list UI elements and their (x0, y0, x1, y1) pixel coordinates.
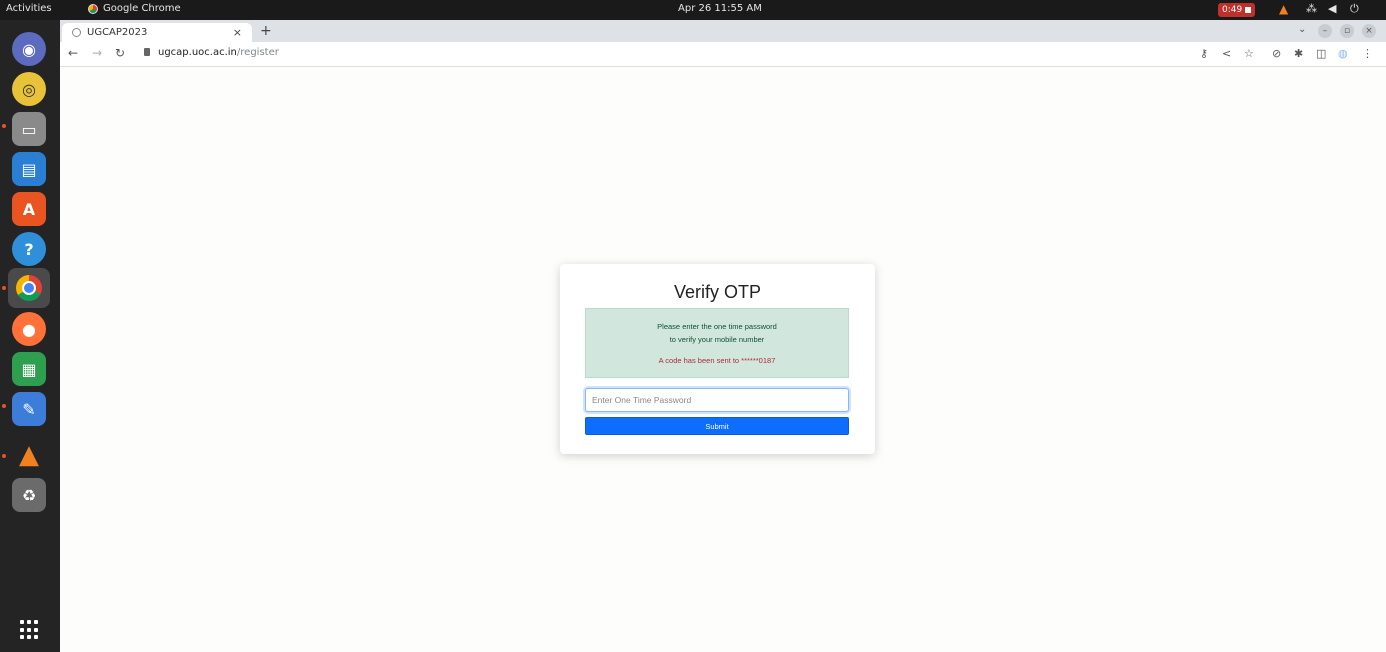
share-icon[interactable]: < (1222, 47, 1231, 60)
dock-text-editor-icon[interactable]: ✎ (12, 392, 46, 426)
url-path: /register (236, 47, 279, 58)
dock-help-icon[interactable]: ? (12, 232, 46, 266)
tab-search-icon[interactable]: ⌄ (1298, 24, 1306, 35)
tab-close-icon[interactable]: × (233, 26, 242, 39)
minimize-icon[interactable]: – (1318, 24, 1332, 38)
verify-otp-card: Verify OTP Please enter the one time pas… (560, 264, 875, 454)
browser-window: UGCAP2023 × + ⌄ – ▫ × ← → ↻ ugcap.uoc.ac… (60, 20, 1386, 652)
password-key-icon[interactable]: ⚷ (1200, 47, 1208, 60)
show-apps-icon[interactable] (20, 620, 40, 640)
network-icon[interactable]: ⁂ (1306, 2, 1317, 15)
maximize-icon[interactable]: ▫ (1340, 24, 1354, 38)
chrome-icon (88, 3, 98, 14)
new-tab-button[interactable]: + (260, 23, 272, 39)
back-icon[interactable]: ← (68, 46, 78, 60)
app-menu[interactable]: Google Chrome (88, 3, 181, 14)
system-top-bar: Activities Google Chrome Apr 26 11:55 AM… (0, 0, 1386, 20)
dock-rhythmbox-icon[interactable]: ◎ (12, 72, 46, 106)
dock-writer-icon[interactable]: ▤ (12, 152, 46, 186)
close-window-icon[interactable]: × (1362, 24, 1376, 38)
url-host: ugcap.uoc.ac.in (158, 47, 237, 58)
alert-message-line1: Please enter the one time password (657, 322, 777, 331)
browser-toolbar: ← → ↻ ugcap.uoc.ac.in/register ⚷ < ☆ ⊘ ✱… (60, 42, 1386, 67)
card-title: Verify OTP (673, 282, 762, 302)
forward-icon[interactable]: → (92, 46, 102, 60)
dock-files-icon[interactable]: ▭ (12, 112, 46, 146)
running-indicator (2, 404, 6, 408)
info-alert: Please enter the one time password to ve… (585, 308, 849, 378)
menu-kebab-icon[interactable]: ⋮ (1362, 47, 1373, 60)
alert-message-line2: to verify your mobile number (669, 335, 765, 344)
tab-ugcap[interactable]: UGCAP2023 × (62, 23, 252, 42)
stop-icon (1245, 7, 1252, 13)
side-panel-icon[interactable]: ◫ (1316, 47, 1326, 60)
page-favicon-icon (72, 28, 81, 37)
submit-button[interactable]: Submit (585, 417, 849, 435)
dock-trash-icon[interactable]: ♻ (12, 478, 46, 512)
otp-input[interactable] (585, 388, 849, 412)
power-icon[interactable]: ⏻ (1350, 2, 1359, 16)
dock: ◉ ◎ ▭ ▤ A ? ● ▦ ✎ ▲ ♻ (0, 20, 60, 652)
tab-strip: UGCAP2023 × + ⌄ – ▫ × (60, 20, 1386, 42)
running-indicator (2, 124, 6, 128)
dock-vlc-icon[interactable]: ▲ (12, 438, 46, 472)
extension-icon[interactable]: ⊘ (1272, 47, 1281, 60)
recording-time: 0:49 (1222, 5, 1243, 15)
running-indicator (2, 454, 6, 458)
dock-software-icon[interactable]: A (12, 192, 46, 226)
lock-icon[interactable] (144, 48, 150, 56)
volume-icon[interactable]: ◀ (1328, 2, 1336, 15)
page-viewport: Verify OTP Please enter the one time pas… (60, 67, 1386, 652)
reload-icon[interactable]: ↻ (115, 46, 125, 60)
code-sent-text: A code has been sent to ******0187 (658, 356, 776, 365)
warning-icon[interactable]: ▲ (1279, 2, 1288, 16)
bookmark-star-icon[interactable]: ☆ (1244, 47, 1254, 60)
recording-indicator[interactable]: 0:49 (1218, 3, 1256, 17)
dock-chromium-icon[interactable]: ◉ (12, 32, 46, 66)
dock-calc-icon[interactable]: ▦ (12, 352, 46, 386)
clock[interactable]: Apr 26 11:55 AM (678, 3, 762, 14)
extensions-puzzle-icon[interactable]: ✱ (1294, 47, 1303, 60)
chrome-logo-icon (16, 275, 42, 301)
tab-title: UGCAP2023 (87, 27, 148, 38)
dock-chrome-icon[interactable] (8, 268, 50, 308)
app-name: Google Chrome (103, 3, 181, 14)
dock-firefox-icon[interactable]: ● (12, 312, 46, 346)
activities-button[interactable]: Activities (6, 3, 52, 14)
address-bar[interactable]: ugcap.uoc.ac.in/register (158, 47, 279, 58)
profile-icon[interactable]: ◍ (1338, 47, 1348, 60)
running-indicator (2, 286, 6, 290)
